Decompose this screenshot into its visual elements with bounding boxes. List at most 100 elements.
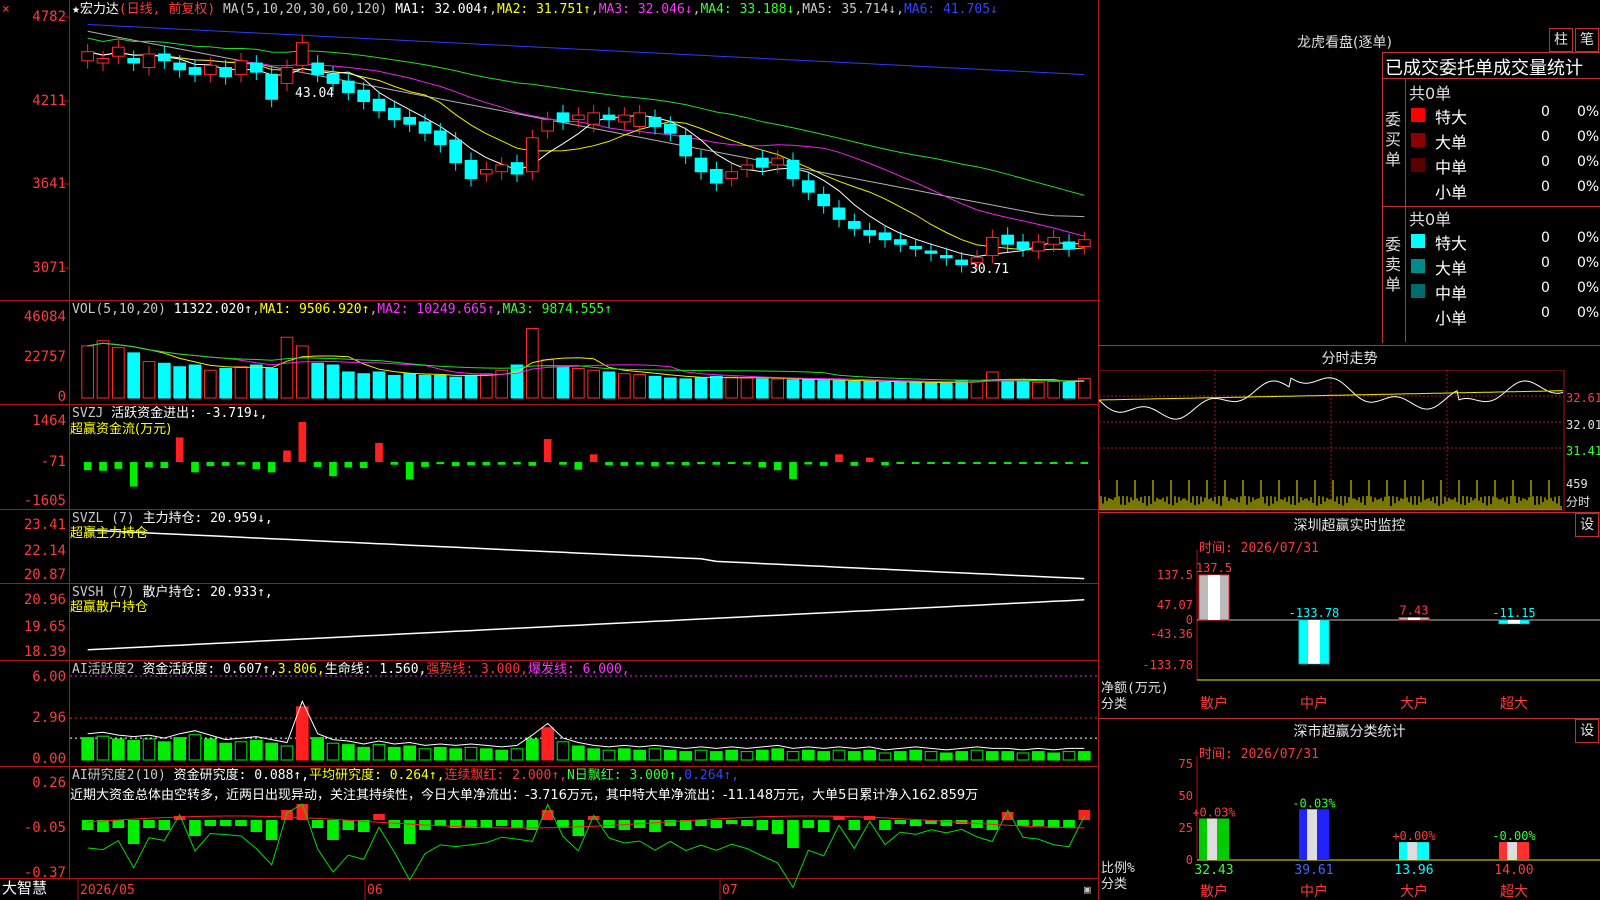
fund-bar-negative	[206, 462, 215, 467]
candle-down	[372, 98, 386, 112]
brand-logo[interactable]: 大智慧	[2, 881, 47, 896]
activity-bar	[173, 737, 186, 761]
research-bar	[342, 820, 355, 830]
research-bar	[603, 820, 615, 828]
svzj-axis-2: -71	[40, 454, 66, 470]
monitor-bar-highlight	[1508, 620, 1520, 624]
lock-icon[interactable]: ▣	[1084, 882, 1091, 897]
monitor-bar-highlight	[1208, 575, 1220, 620]
volume-bar	[970, 381, 984, 399]
row-percent: 0%	[1577, 230, 1600, 246]
vol-axis-3: 0	[57, 389, 66, 405]
activity-bar	[326, 742, 340, 761]
fund-bar-negative	[697, 462, 705, 465]
classify-value-label: 39.61	[1294, 863, 1333, 878]
row-percent: 0%	[1577, 104, 1600, 120]
volume-bar	[894, 381, 907, 399]
fund-bar-negative	[1019, 462, 1027, 464]
fund-bar-negative	[129, 462, 138, 487]
intraday-chart[interactable]	[1099, 370, 1600, 512]
fund-bar-positive	[298, 422, 307, 462]
volume-bar	[633, 374, 646, 399]
activity-bar	[495, 749, 508, 761]
fund-bar-negative	[329, 462, 337, 477]
svzj-subtitle: 超赢资金流(万元)	[70, 422, 172, 437]
activity-bar	[986, 751, 999, 761]
vol-axis-1: 46084	[23, 309, 66, 325]
stock-name[interactable]: 宏力达	[80, 2, 119, 17]
chart-period[interactable]: (日线, 前复权)	[119, 2, 215, 17]
candle-down	[357, 89, 370, 103]
deal-stats-tab[interactable]: 已成交委托单成交量统计	[1385, 54, 1583, 80]
activity-bar	[679, 751, 692, 761]
volume-bar	[556, 366, 570, 399]
activity-bar	[970, 749, 984, 761]
activity-bar	[480, 748, 493, 761]
candle-up	[740, 164, 754, 170]
candle-down	[832, 207, 846, 220]
activity-bar	[924, 751, 938, 761]
fund-bar-negative	[651, 462, 659, 467]
volume-bar	[311, 362, 324, 399]
svzl-axis-3: 20.87	[23, 567, 66, 583]
candle-down	[848, 221, 861, 229]
volume-bar	[526, 328, 539, 399]
fund-bar-negative	[819, 462, 828, 466]
fund-bar-negative	[497, 462, 506, 465]
fund-bar-positive	[835, 454, 843, 462]
candle-down	[924, 250, 938, 254]
volume-bar	[342, 371, 355, 399]
date-label-jul: 07	[722, 883, 738, 898]
legend-swatch	[1411, 284, 1425, 298]
bar-view-button[interactable]: 柱	[1549, 28, 1573, 52]
ma1-value: MA1: 32.004↑	[395, 2, 490, 17]
chart-canvas[interactable]	[0, 0, 1100, 900]
research-bar	[1032, 820, 1045, 826]
fund-bar-negative	[635, 462, 644, 465]
fund-bar-negative	[789, 462, 797, 479]
volume-bar	[418, 374, 432, 399]
volume-bar	[878, 381, 892, 399]
volume-bar	[1032, 381, 1045, 399]
research-bar	[127, 820, 140, 844]
research-bar	[756, 820, 769, 830]
ai-research-header: AI研究度2(10) 资金研究度: 0.088↑,平均研究度: 0.264↑,连…	[72, 768, 739, 783]
activity-bar	[81, 737, 94, 761]
ai-research-t4: N日飘红: 3.000↑,	[566, 768, 685, 783]
star-icon[interactable]: ★	[72, 2, 80, 17]
monitor-settings-button[interactable]: 设	[1575, 513, 1599, 537]
monitor-title: 深圳超赢实时监控	[1293, 518, 1406, 534]
classify-axis-label: 50	[1179, 789, 1193, 803]
tick-view-button[interactable]: 笔	[1575, 28, 1599, 52]
activity-bar	[127, 739, 140, 761]
classify-value-label: 32.43	[1194, 863, 1233, 878]
row-count: 0	[1541, 255, 1550, 271]
fund-bar-positive	[283, 450, 291, 462]
price-axis-3: 3641	[32, 176, 66, 192]
intraday-top-border	[1099, 345, 1600, 346]
classify-title: 深市超赢分类统计	[1293, 724, 1406, 740]
volume-bar	[679, 378, 692, 399]
svzl-title: SVZL (7)	[72, 511, 135, 526]
candle-up	[572, 114, 585, 121]
fund-bar-negative	[574, 462, 583, 470]
classify-settings-button[interactable]: 设	[1575, 719, 1599, 743]
intraday-title: 分时走势	[1321, 351, 1378, 367]
classify-chart[interactable]: 75 50 25 0 比例%分类 +0.03% 32.43 散户 -0.03% 39.61 中户 +0…	[1099, 756, 1600, 900]
candle-down	[1001, 234, 1014, 245]
activity-bar	[234, 741, 248, 761]
ai-activity-axis-1: 6.00	[32, 669, 66, 685]
price-axis-1: 4782	[32, 9, 66, 25]
fund-bar-negative	[421, 462, 429, 467]
research-bar	[848, 820, 861, 830]
legend-swatch	[1411, 108, 1425, 122]
volume-bar	[863, 381, 876, 399]
tab-divider	[1382, 78, 1600, 79]
fund-bar-negative	[957, 462, 966, 464]
fund-bar-negative	[528, 462, 537, 466]
activity-chart	[70, 675, 1098, 761]
monitor-chart[interactable]: 137.5 47.070-43.36 -133.78 净额(万元)分类 137.5 散户 -…	[1099, 550, 1600, 715]
fund-bar-negative	[160, 462, 169, 469]
ai-activity-t2: 3.806,	[277, 662, 325, 677]
activity-bar	[648, 748, 662, 761]
